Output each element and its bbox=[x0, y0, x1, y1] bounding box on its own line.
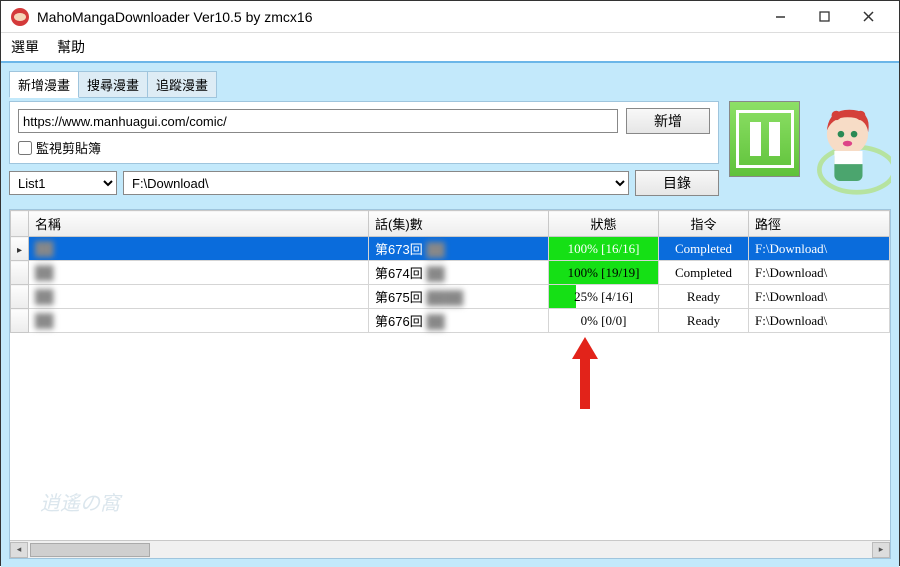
col-header-chapter[interactable]: 話(集)數 bbox=[369, 211, 549, 237]
annotation-arrow-icon bbox=[570, 337, 600, 409]
col-header-command[interactable]: 指令 bbox=[659, 211, 749, 237]
pause-button[interactable] bbox=[729, 101, 800, 177]
col-header-name[interactable]: 名稱 bbox=[29, 211, 369, 237]
window-title: MahoMangaDownloader Ver10.5 by zmcx16 bbox=[37, 9, 759, 25]
scroll-right-icon[interactable]: ▸ bbox=[872, 542, 890, 558]
menu-file[interactable]: 選單 bbox=[11, 37, 39, 57]
scroll-left-icon[interactable]: ◂ bbox=[10, 542, 28, 558]
tab-search-manga[interactable]: 搜尋漫畫 bbox=[78, 71, 148, 98]
download-grid[interactable]: 名稱 話(集)數 狀態 指令 路徑 ██第673回 ██100% [16/16]… bbox=[10, 210, 890, 333]
add-button[interactable]: 新增 bbox=[626, 108, 710, 134]
pause-icon bbox=[736, 110, 794, 168]
dir-button[interactable]: 目錄 bbox=[635, 170, 719, 196]
watch-clipboard-label: 監視剪貼簿 bbox=[36, 138, 101, 157]
list-select[interactable]: List1 bbox=[9, 171, 117, 195]
menu-help[interactable]: 幫助 bbox=[57, 37, 85, 57]
tab-add-manga[interactable]: 新增漫畫 bbox=[9, 71, 79, 98]
table-row[interactable]: ██第673回 ██100% [16/16]CompletedF:\Downlo… bbox=[11, 237, 890, 261]
tab-track-manga[interactable]: 追蹤漫畫 bbox=[147, 71, 217, 98]
col-header-status[interactable]: 狀態 bbox=[549, 211, 659, 237]
table-row[interactable]: ██第674回 ██100% [19/19]CompletedF:\Downlo… bbox=[11, 261, 890, 285]
col-header-path[interactable]: 路徑 bbox=[749, 211, 890, 237]
url-input[interactable] bbox=[18, 109, 618, 133]
table-row[interactable]: ██第676回 ██0% [0/0]ReadyF:\Download\ bbox=[11, 309, 890, 333]
watermark: 逍遙の窩 bbox=[40, 487, 120, 516]
app-icon bbox=[11, 8, 29, 26]
close-button[interactable] bbox=[847, 3, 889, 31]
minimize-button[interactable] bbox=[759, 3, 801, 31]
watch-clipboard-checkbox[interactable]: 監視剪貼簿 bbox=[18, 138, 710, 157]
horizontal-scrollbar[interactable]: ◂ ▸ bbox=[10, 540, 890, 558]
table-row[interactable]: ██第675回 ████25% [4/16]ReadyF:\Download\ bbox=[11, 285, 890, 309]
mascot-image bbox=[810, 101, 891, 201]
maximize-button[interactable] bbox=[803, 3, 845, 31]
download-path-select[interactable]: F:\Download\ bbox=[123, 171, 629, 195]
